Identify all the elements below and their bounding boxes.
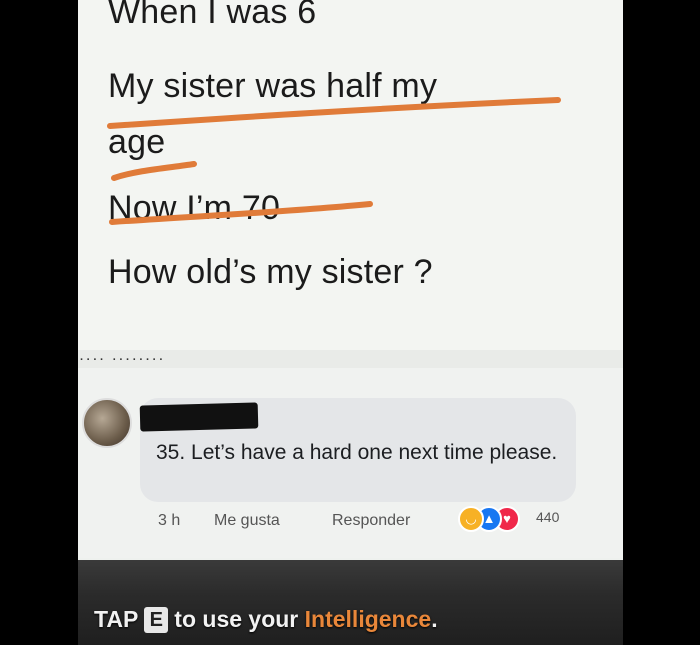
prompt-end: . (431, 606, 438, 632)
redacted-username (139, 402, 259, 432)
reaction-count: 440 (536, 509, 560, 525)
prompt-tap: TAP (94, 606, 139, 632)
riddle-post: When I was 6 My sister was half my age N… (78, 0, 623, 350)
interaction-prompt: TAP Eto use your Intelligence. (94, 606, 438, 633)
orange-scribble-marks (107, 97, 561, 225)
screenshot-frame: When I was 6 My sister was half my age N… (78, 0, 623, 645)
reply-button[interactable]: Responder (332, 512, 410, 530)
cutoff-text: ···· ········ (78, 350, 623, 368)
comment-time: 3 h (158, 512, 181, 529)
key-e-icon[interactable]: E (144, 607, 169, 633)
prompt-highlight: Intelligence (304, 606, 432, 632)
avatar[interactable] (82, 398, 132, 448)
prompt-middle: to use your (174, 606, 299, 632)
comment-text: 35. Let’s have a hard one next time plea… (156, 441, 558, 464)
like-button[interactable]: Me gusta (214, 512, 280, 530)
haha-icon: ◡ (458, 506, 484, 532)
